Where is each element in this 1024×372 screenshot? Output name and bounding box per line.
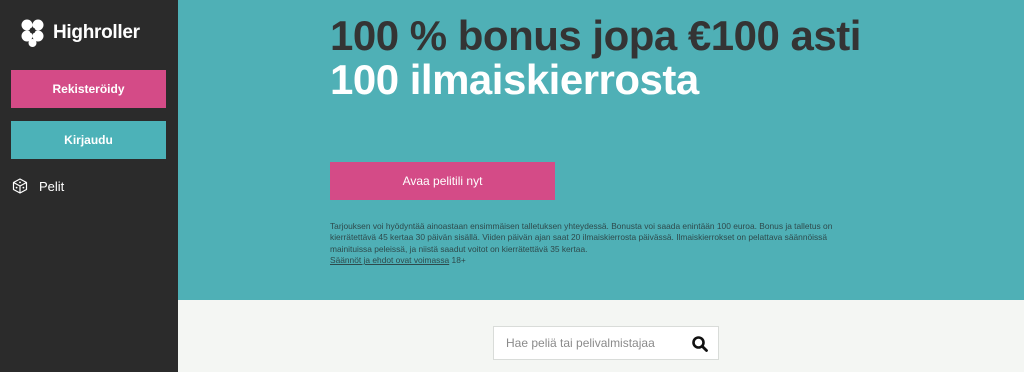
login-button[interactable]: Kirjaudu (11, 121, 166, 159)
hero-banner: 100 % bonus jopa €100 asti 100 ilmaiskie… (178, 0, 1024, 300)
sidebar: Highroller Rekisteröidy Kirjaudu Pelit (0, 0, 178, 372)
terms-body: Tarjouksen voi hyödyntää ainoastaan ensi… (330, 221, 833, 254)
search-icon[interactable] (691, 335, 709, 353)
register-button[interactable]: Rekisteröidy (11, 70, 166, 108)
bubbles-logo-icon (21, 19, 44, 47)
terms-link[interactable]: Säännöt ja ehdot ovat voimassa (330, 255, 449, 265)
sidebar-item-games[interactable]: Pelit (12, 178, 64, 194)
open-account-button[interactable]: Avaa pelitili nyt (330, 162, 555, 200)
age-note: 18+ (451, 255, 466, 266)
sidebar-item-label: Pelit (39, 178, 65, 194)
search-input[interactable] (494, 327, 684, 359)
logo-text: Highroller (53, 22, 140, 43)
logo[interactable]: Highroller (18, 18, 140, 48)
dice-icon (12, 178, 28, 194)
headline-bonus: 100 % bonus jopa €100 asti (330, 12, 861, 59)
headline-free-spins: 100 ilmaiskierrosta (330, 56, 699, 103)
terms-text: Tarjouksen voi hyödyntää ainoastaan ensi… (330, 221, 870, 267)
hero-headline: 100 % bonus jopa €100 asti 100 ilmaiskie… (330, 14, 890, 102)
game-search (493, 326, 719, 360)
